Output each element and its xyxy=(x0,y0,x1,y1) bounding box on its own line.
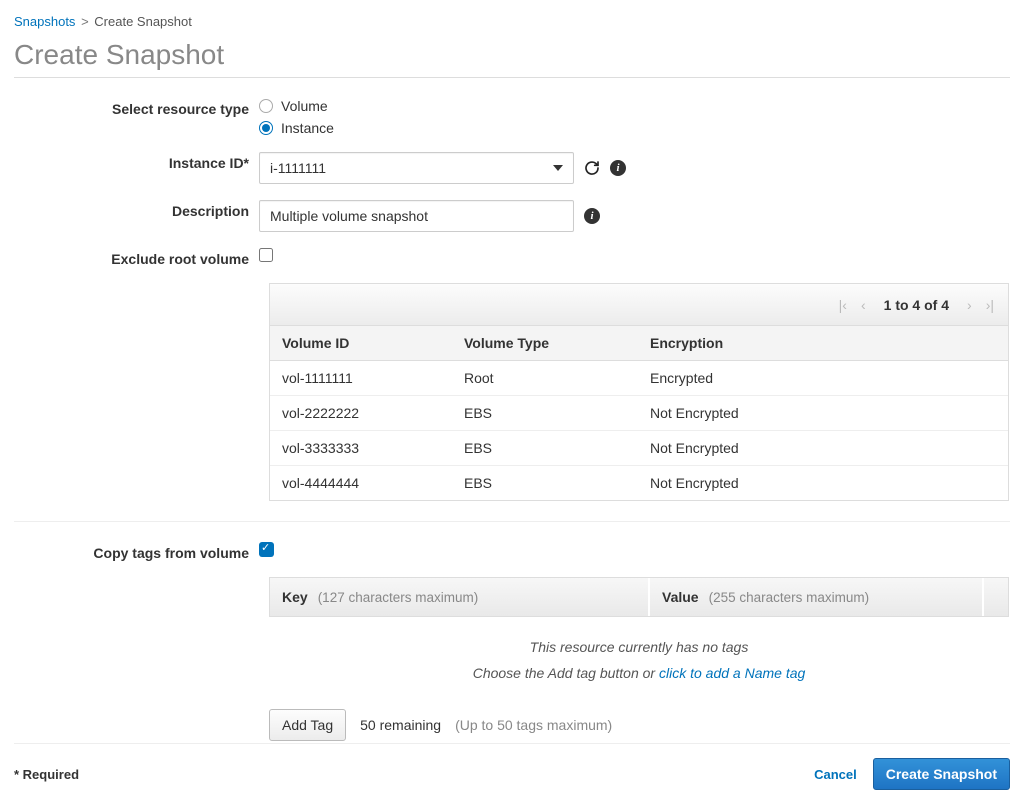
label-resource-type: Select resource type xyxy=(14,98,259,117)
col-header-volume-id: Volume ID xyxy=(270,326,452,360)
cell-volume-id: vol-4444444 xyxy=(270,466,452,500)
copy-tags-checkbox[interactable] xyxy=(259,542,274,557)
pager-last-icon[interactable]: ›| xyxy=(984,297,996,313)
radio-instance-input[interactable] xyxy=(259,121,273,135)
tags-key-hint: (127 characters maximum) xyxy=(318,590,479,605)
section-separator xyxy=(14,521,1010,522)
table-row: vol-4444444 EBS Not Encrypted xyxy=(270,466,1008,500)
refresh-button[interactable] xyxy=(584,160,600,176)
radio-instance-label: Instance xyxy=(281,120,334,136)
resource-type-radio-group: Volume Instance xyxy=(259,98,334,136)
cell-volume-type: EBS xyxy=(452,396,638,430)
refresh-icon xyxy=(584,160,600,176)
cell-volume-id: vol-2222222 xyxy=(270,396,452,430)
info-icon[interactable]: i xyxy=(610,160,626,176)
label-description: Description xyxy=(14,200,259,219)
instance-id-value: i-1111111 xyxy=(270,160,326,176)
cancel-button[interactable]: Cancel xyxy=(814,767,857,782)
table-row: vol-3333333 EBS Not Encrypted xyxy=(270,431,1008,466)
cell-encryption: Encrypted xyxy=(638,361,1008,395)
volumes-table: |‹ ‹ 1 to 4 of 4 › ›| Volume ID Volume T… xyxy=(269,283,1009,501)
tags-key-label: Key xyxy=(282,589,308,605)
cell-volume-id: vol-3333333 xyxy=(270,431,452,465)
pager-prev-icon[interactable]: ‹ xyxy=(859,297,868,313)
exclude-root-checkbox[interactable] xyxy=(259,248,273,262)
pager-first-icon[interactable]: |‹ xyxy=(837,297,849,313)
tags-value-label: Value xyxy=(662,589,699,605)
info-icon[interactable]: i xyxy=(584,208,600,224)
label-copy-tags: Copy tags from volume xyxy=(14,542,259,561)
volumes-pager: |‹ ‹ 1 to 4 of 4 › ›| xyxy=(270,284,1008,326)
table-row: vol-2222222 EBS Not Encrypted xyxy=(270,396,1008,431)
breadcrumb-root-link[interactable]: Snapshots xyxy=(14,14,75,29)
page-footer: * Required Cancel Create Snapshot xyxy=(14,743,1010,790)
add-name-tag-link[interactable]: click to add a Name tag xyxy=(659,665,805,681)
required-note: * Required xyxy=(14,767,79,782)
pager-text: 1 to 4 of 4 xyxy=(884,297,949,313)
radio-volume-label: Volume xyxy=(281,98,328,114)
add-tag-button[interactable]: Add Tag xyxy=(269,709,346,741)
chevron-down-icon xyxy=(553,165,563,171)
create-snapshot-button[interactable]: Create Snapshot xyxy=(873,758,1010,790)
breadcrumb-current: Create Snapshot xyxy=(94,14,192,29)
label-exclude-root: Exclude root volume xyxy=(14,248,259,267)
tags-value-hint: (255 characters maximum) xyxy=(709,590,870,605)
radio-instance[interactable]: Instance xyxy=(259,120,334,136)
instance-id-select[interactable]: i-1111111 xyxy=(259,152,574,184)
cell-encryption: Not Encrypted xyxy=(638,431,1008,465)
radio-volume-input[interactable] xyxy=(259,99,273,113)
col-header-volume-type: Volume Type xyxy=(452,326,638,360)
cell-volume-type: Root xyxy=(452,361,638,395)
description-input[interactable]: Multiple volume snapshot xyxy=(259,200,574,232)
tags-max-hint: (Up to 50 tags maximum) xyxy=(455,717,612,733)
radio-volume[interactable]: Volume xyxy=(259,98,334,114)
tags-empty-message: This resource currently has no tags xyxy=(269,639,1009,655)
breadcrumb-separator: > xyxy=(81,14,89,29)
page-title: Create Snapshot xyxy=(14,39,1010,78)
table-row: vol-1111111 Root Encrypted xyxy=(270,361,1008,396)
label-instance-id: Instance ID* xyxy=(14,152,259,171)
tags-remaining: 50 remaining xyxy=(360,717,441,733)
breadcrumb: Snapshots > Create Snapshot xyxy=(14,14,1010,29)
tags-choose-text: Choose the Add tag button or xyxy=(473,665,659,681)
volumes-header-row: Volume ID Volume Type Encryption xyxy=(270,326,1008,361)
cell-volume-id: vol-1111111 xyxy=(270,361,452,395)
description-value: Multiple volume snapshot xyxy=(270,208,428,224)
tags-empty-area: This resource currently has no tags Choo… xyxy=(269,617,1009,691)
tags-header: Key (127 characters maximum) Value (255 … xyxy=(269,577,1009,617)
cell-volume-type: EBS xyxy=(452,466,638,500)
pager-next-icon[interactable]: › xyxy=(965,297,974,313)
cell-volume-type: EBS xyxy=(452,431,638,465)
cell-encryption: Not Encrypted xyxy=(638,466,1008,500)
col-header-encryption: Encryption xyxy=(638,326,1008,360)
cell-encryption: Not Encrypted xyxy=(638,396,1008,430)
